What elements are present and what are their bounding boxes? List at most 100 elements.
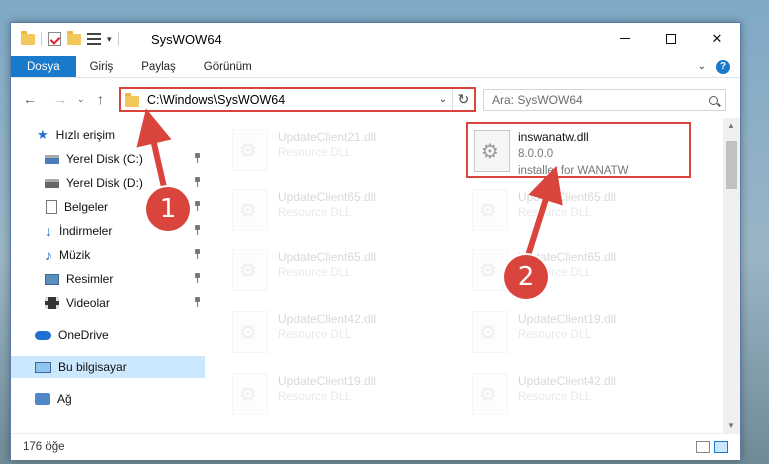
search-input[interactable]: Ara: SysWOW64 <box>483 89 726 111</box>
file-name: UpdateClient42.dll <box>278 312 377 326</box>
sidebar-item-label: Videolar <box>66 296 110 310</box>
file-tile[interactable]: UpdateClient65.dll Resource DLL <box>446 182 671 238</box>
properties-icon[interactable] <box>87 33 101 45</box>
star-icon: ★ <box>37 127 49 142</box>
refresh-icon[interactable]: ↻ <box>452 89 474 110</box>
sidebar-item-videos[interactable]: Videolar <box>11 292 205 314</box>
file-type: Resource DLL <box>278 329 352 341</box>
vertical-scrollbar[interactable]: ▲ ▼ <box>723 118 740 433</box>
minimize-button[interactable] <box>602 23 648 54</box>
toolbar-divider <box>41 32 42 46</box>
file-description: installer for WANATW <box>518 165 629 177</box>
maximize-icon <box>666 33 676 44</box>
help-icon[interactable]: ? <box>716 59 730 74</box>
address-path[interactable]: C:\Windows\SysWOW64 <box>147 93 434 107</box>
sidebar-item-network[interactable]: Ağ <box>11 388 205 410</box>
close-button[interactable]: ✕ <box>694 23 740 54</box>
dll-file-icon <box>472 189 508 231</box>
file-tile[interactable]: UpdateClient65.dll Resource DLL <box>206 182 431 238</box>
file-name: UpdateClient65.dll <box>278 190 377 204</box>
file-type: Resource DLL <box>278 267 352 279</box>
customize-toolbar-icon[interactable]: ▾ <box>107 34 112 45</box>
tab-file[interactable]: Dosya <box>11 56 76 77</box>
details-view-icon[interactable] <box>696 441 710 453</box>
recent-locations-icon[interactable]: ⌄ <box>77 94 85 105</box>
sidebar-item-this-pc[interactable]: Bu bilgisayar <box>11 356 205 378</box>
sidebar-item-pictures[interactable]: Resimler <box>11 268 205 290</box>
title-bar: ▾ SysWOW64 ✕ <box>11 23 740 55</box>
pictures-icon <box>45 273 59 285</box>
quick-access-toolbar: ▾ <box>21 30 119 46</box>
scroll-down-icon[interactable]: ▼ <box>727 421 735 430</box>
sidebar-item-local-disk-c[interactable]: Yerel Disk (C:) <box>11 148 205 170</box>
up-arrow-icon[interactable]: ↑ <box>97 91 104 107</box>
scroll-up-icon[interactable]: ▲ <box>727 121 735 130</box>
sidebar-item-label: OneDrive <box>58 328 109 342</box>
file-type: Resource DLL <box>278 391 352 403</box>
folder-icon <box>125 92 139 107</box>
pin-icon <box>194 177 201 187</box>
item-count: 176 öğe <box>23 441 65 453</box>
callout-step-2: 2 <box>504 255 548 299</box>
sidebar-item-label: Müzik <box>59 248 91 262</box>
dll-file-icon <box>472 249 508 291</box>
video-icon <box>45 297 59 309</box>
file-type: Resource DLL <box>518 391 592 403</box>
tab-view[interactable]: Görünüm <box>190 56 266 77</box>
forward-arrow-icon[interactable]: → <box>53 91 67 107</box>
maximize-button[interactable] <box>648 23 694 54</box>
file-name: UpdateClient19.dll <box>518 312 617 326</box>
new-folder-icon[interactable] <box>67 30 81 45</box>
expand-ribbon-icon[interactable]: ⌄ <box>698 61 706 72</box>
file-tile[interactable]: UpdateClient19.dll Resource DLL <box>446 304 671 360</box>
file-type: Resource DLL <box>518 207 592 219</box>
file-type: Resource DLL <box>278 147 352 159</box>
file-tile[interactable]: UpdateClient65.dll Resource DLL <box>206 242 431 298</box>
window-controls: ✕ <box>602 23 740 54</box>
computer-icon <box>35 361 51 373</box>
ribbon-tabs: Dosya Giriş Paylaş Görünüm ⌄ ? <box>11 56 740 78</box>
navigation-pane: ★ Hızlı erişim Yerel Disk (C:) Yerel Dis… <box>11 118 205 433</box>
callout-step-1: 1 <box>146 187 190 231</box>
large-icons-view-icon[interactable] <box>714 441 728 453</box>
file-tile[interactable]: UpdateClient19.dll Resource DLL <box>206 366 431 422</box>
explorer-window: ▾ SysWOW64 ✕ Dosya Giriş Paylaş Görünüm … <box>10 22 741 460</box>
search-placeholder: Ara: SysWOW64 <box>492 93 583 107</box>
view-buttons <box>696 441 728 453</box>
sidebar-item-label: İndirmeler <box>59 224 113 238</box>
pin-icon <box>194 153 201 163</box>
file-tile[interactable]: UpdateClient21.dll Resource DLL <box>206 122 431 178</box>
file-tile[interactable]: UpdateClient65.dll Resource DLL <box>446 242 671 298</box>
highlighted-file-tile[interactable]: inswanatw.dll 8.0.0.0 installer for WANA… <box>466 122 691 178</box>
sidebar-item-label: Belgeler <box>64 200 109 214</box>
dll-file-icon <box>232 249 268 291</box>
file-name: UpdateClient21.dll <box>278 130 377 144</box>
dll-file-icon <box>472 311 508 353</box>
file-tile[interactable]: UpdateClient42.dll Resource DLL <box>446 366 671 422</box>
sidebar-item-quick-access[interactable]: ★ Hızlı erişim <box>11 124 205 146</box>
tab-share[interactable]: Paylaş <box>127 56 190 77</box>
file-name: UpdateClient65.dll <box>518 190 617 204</box>
tab-home[interactable]: Giriş <box>76 56 128 77</box>
drive-icon <box>45 178 59 188</box>
file-type: Resource DLL <box>278 207 352 219</box>
address-dropdown-icon[interactable]: ⌄ <box>434 94 452 105</box>
sidebar-item-music[interactable]: ♪ Müzik <box>11 244 205 266</box>
sidebar-item-label: Yerel Disk (C:) <box>66 152 143 166</box>
scroll-thumb[interactable] <box>726 141 737 189</box>
back-arrow-icon[interactable]: ← <box>23 91 37 107</box>
sidebar-item-label: Bu bilgisayar <box>58 360 127 374</box>
sidebar-item-label: Ağ <box>57 392 72 406</box>
drive-icon <box>45 154 59 164</box>
file-version: 8.0.0.0 <box>518 148 554 160</box>
file-name: UpdateClient19.dll <box>278 374 377 388</box>
search-icon <box>709 95 718 105</box>
close-icon: ✕ <box>711 30 723 46</box>
address-bar[interactable]: C:\Windows\SysWOW64 ⌄ ↻ <box>119 87 476 112</box>
sidebar-item-onedrive[interactable]: OneDrive <box>11 324 205 346</box>
file-tile[interactable]: UpdateClient42.dll Resource DLL <box>206 304 431 360</box>
sidebar-item-label: Yerel Disk (D:) <box>66 176 143 190</box>
window-title: SysWOW64 <box>151 32 222 47</box>
properties-check-icon[interactable] <box>48 32 61 46</box>
navigation-bar: ← → ⌄ ↑ C:\Windows\SysWOW64 ⌄ ↻ Ara: Sys… <box>11 79 740 117</box>
